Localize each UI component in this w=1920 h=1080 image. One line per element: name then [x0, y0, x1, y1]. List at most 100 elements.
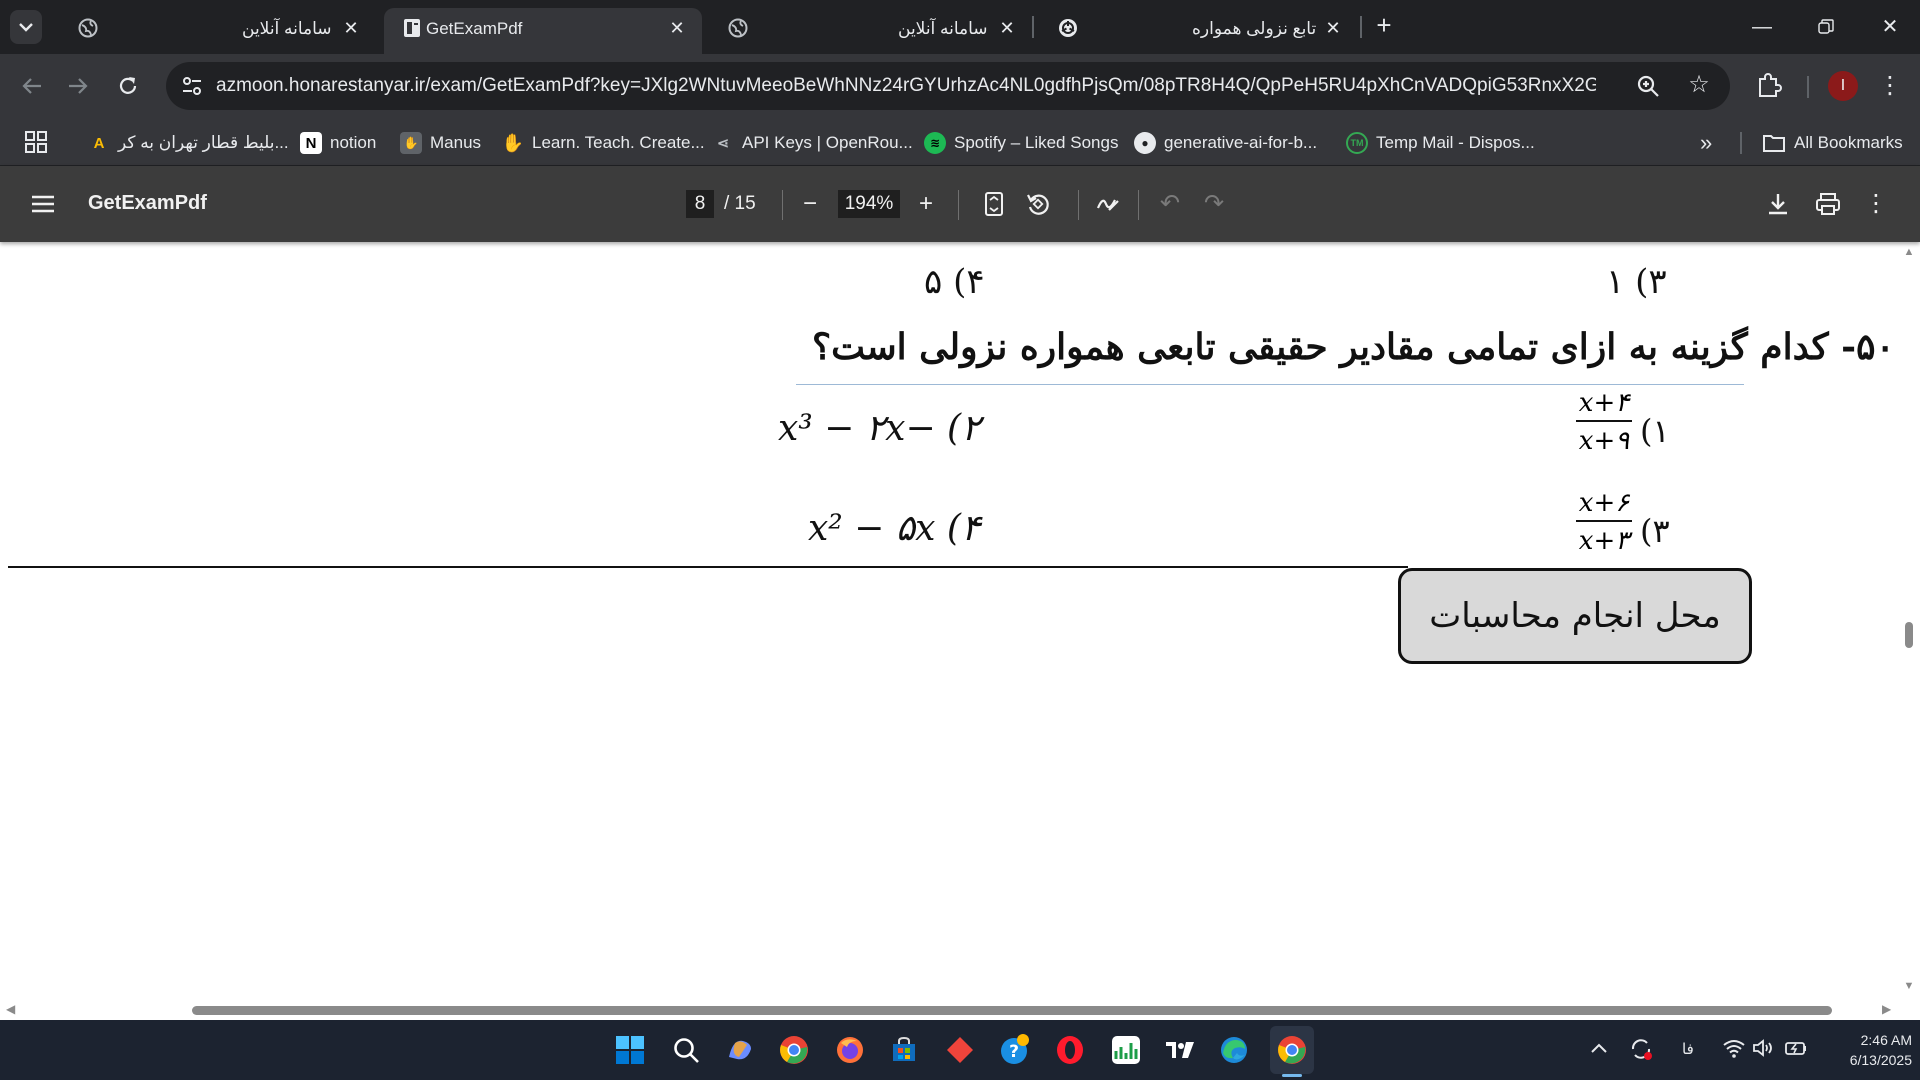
store-icon: [893, 1036, 915, 1061]
tab-getexampdf[interactable]: GetExamPdf ✕: [384, 8, 702, 54]
back-arrow-icon: [22, 78, 41, 94]
battery-icon[interactable]: [1784, 1038, 1808, 1063]
chrome-icon: [1278, 1036, 1306, 1064]
bookmark-label: Learn. Teach. Create...: [532, 133, 705, 152]
fit-page-icon: [985, 192, 1003, 216]
calculation-area-box: محل انجام محاسبات: [1398, 568, 1752, 664]
zoom-in-button[interactable]: +: [910, 188, 942, 220]
close-tab-icon[interactable]: ✕: [666, 17, 688, 39]
scroll-up-icon[interactable]: ▲: [1903, 246, 1915, 258]
pdf-viewport[interactable]: ۳) ۱ ۴) ۵ ۵۰- کدام گزینه به ازای تمامی م…: [0, 242, 1920, 1020]
print-button[interactable]: [1812, 188, 1844, 220]
toolbar-divider: [782, 190, 783, 220]
extensions-puzzle-icon[interactable]: [1754, 70, 1784, 100]
bookmark-learn-teach[interactable]: ✋ Learn. Teach. Create...: [502, 130, 705, 156]
wifi-icon[interactable]: [1722, 1038, 1746, 1063]
help-app[interactable]: ?: [996, 1032, 1032, 1068]
wifi-signal-icon: [1723, 1040, 1745, 1058]
bookmark-spotify[interactable]: ≋ Spotify – Liked Songs: [924, 130, 1118, 156]
chrome-active-app[interactable]: [1274, 1032, 1310, 1068]
scroll-down-icon[interactable]: ▼: [1903, 980, 1915, 992]
sidebar-menu-icon[interactable]: [30, 192, 56, 216]
undo-button[interactable]: ↶: [1154, 188, 1186, 220]
rotate-button[interactable]: [1022, 188, 1054, 220]
tab-samaneh-1[interactable]: سامانه آنلاین ✕: [60, 8, 370, 54]
bookmark-star-icon[interactable]: ☆: [1686, 72, 1712, 98]
toolbar-divider: [1807, 76, 1809, 98]
edge-app[interactable]: [1216, 1032, 1252, 1068]
more-bookmarks-button[interactable]: »: [1700, 130, 1712, 156]
tab-title: تابع نزولی همواره: [1192, 19, 1317, 38]
option-1-fraction: x+۴ x+۹: [1576, 388, 1632, 456]
taskbar-clock[interactable]: 2:46 AM 6/13/2025: [1826, 1030, 1912, 1070]
chevron-down-icon: [19, 23, 33, 32]
chrome-taskbar-app[interactable]: [776, 1032, 812, 1068]
tab-samaneh-2[interactable]: سامانه آنلاین ✕: [710, 8, 1036, 54]
close-tab-icon[interactable]: ✕: [1322, 17, 1344, 39]
zoom-magnifier-icon[interactable]: [1636, 74, 1660, 98]
clock-time: 2:46 AM: [1860, 1032, 1912, 1048]
close-window-button[interactable]: ✕: [1870, 10, 1910, 44]
tab-nozooli[interactable]: تابع نزولی همواره ✕: [1040, 8, 1356, 54]
fit-page-button[interactable]: [978, 188, 1010, 220]
zoom-out-button[interactable]: −: [794, 188, 826, 220]
volume-icon[interactable]: [1752, 1038, 1776, 1063]
zoom-level-input[interactable]: 194%: [838, 190, 900, 218]
anydesk-app[interactable]: [942, 1032, 978, 1068]
pdf-toolbar: GetExamPdf 8 / 15 − 194% + ↶ ↷ ⋮: [0, 166, 1920, 242]
stocks-app[interactable]: [1108, 1032, 1144, 1068]
bookmark-manus[interactable]: ✋ Manus: [400, 130, 481, 156]
url-text[interactable]: azmoon.honarestanyar.ir/exam/GetExamPdf?…: [216, 75, 1596, 97]
sync-tray-icon[interactable]: [1628, 1036, 1654, 1067]
new-tab-button[interactable]: +: [1370, 12, 1398, 40]
reload-button[interactable]: [112, 70, 144, 102]
apps-grid-icon[interactable]: [24, 130, 48, 154]
horizontal-scrollbar[interactable]: ◀ ▶: [0, 1000, 1920, 1020]
scroll-right-icon[interactable]: ▶: [1882, 1002, 1891, 1016]
taskbar-search-button[interactable]: [668, 1032, 704, 1068]
address-bar[interactable]: azmoon.honarestanyar.ir/exam/GetExamPdf?…: [166, 62, 1730, 110]
language-indicator[interactable]: فا: [1682, 1040, 1694, 1058]
site-settings-icon[interactable]: [180, 74, 204, 98]
bookmark-github[interactable]: ● generative-ai-for-b...: [1134, 130, 1317, 156]
close-tab-icon[interactable]: ✕: [996, 17, 1018, 39]
tradingview-app[interactable]: [1162, 1032, 1198, 1068]
scroll-left-icon[interactable]: ◀: [6, 1002, 15, 1016]
horizontal-scroll-thumb[interactable]: [192, 1006, 1832, 1015]
download-icon: [1769, 194, 1787, 215]
openai-icon: [1059, 19, 1077, 37]
microsoft-store-app[interactable]: [886, 1032, 922, 1068]
option-3-label: ۳): [1640, 512, 1670, 550]
minimize-button[interactable]: —: [1742, 10, 1782, 44]
forward-button[interactable]: [62, 70, 94, 102]
bookmark-label: Temp Mail - Dispos...: [1376, 133, 1535, 152]
github-icon: ●: [1134, 132, 1156, 154]
copilot-app[interactable]: [722, 1032, 758, 1068]
close-tab-icon[interactable]: ✕: [340, 17, 362, 39]
browser-menu-icon[interactable]: ⋮: [1878, 71, 1902, 101]
bookmark-notion[interactable]: N notion: [300, 130, 376, 156]
page-number-input[interactable]: 8: [686, 190, 714, 218]
tempmail-icon: TM: [1346, 132, 1368, 154]
tab-search-button[interactable]: [10, 10, 42, 44]
back-button[interactable]: [16, 70, 48, 102]
vertical-scrollbar[interactable]: ▲ ▼: [1898, 242, 1920, 1020]
option-2: ۲) −x³ − ۲x: [778, 408, 981, 449]
annotate-button[interactable]: [1092, 188, 1124, 220]
start-button[interactable]: [612, 1032, 648, 1068]
download-button[interactable]: [1762, 188, 1794, 220]
vertical-scroll-thumb[interactable]: [1905, 622, 1913, 648]
firefox-app[interactable]: [832, 1032, 868, 1068]
bookmark-temp-mail[interactable]: TM Temp Mail - Dispos...: [1346, 130, 1535, 156]
all-bookmarks-button[interactable]: All Bookmarks: [1762, 130, 1903, 156]
more-actions-icon[interactable]: ⋮: [1860, 188, 1892, 220]
profile-avatar[interactable]: I: [1828, 71, 1858, 101]
tab-strip: سامانه آنلاین ✕ GetExamPdf ✕ سامانه آنلا…: [0, 0, 1920, 54]
show-hidden-icons[interactable]: [1590, 1038, 1608, 1059]
bookmark-openrouter[interactable]: ⋖ API Keys | OpenRou...: [712, 130, 913, 156]
redo-button[interactable]: ↷: [1198, 188, 1230, 220]
manus-icon: ✋: [400, 132, 422, 154]
restore-button[interactable]: [1806, 10, 1846, 44]
opera-app[interactable]: [1052, 1032, 1088, 1068]
bookmark-train-ticket[interactable]: A بلیط قطار تهران به کر...: [88, 130, 289, 156]
